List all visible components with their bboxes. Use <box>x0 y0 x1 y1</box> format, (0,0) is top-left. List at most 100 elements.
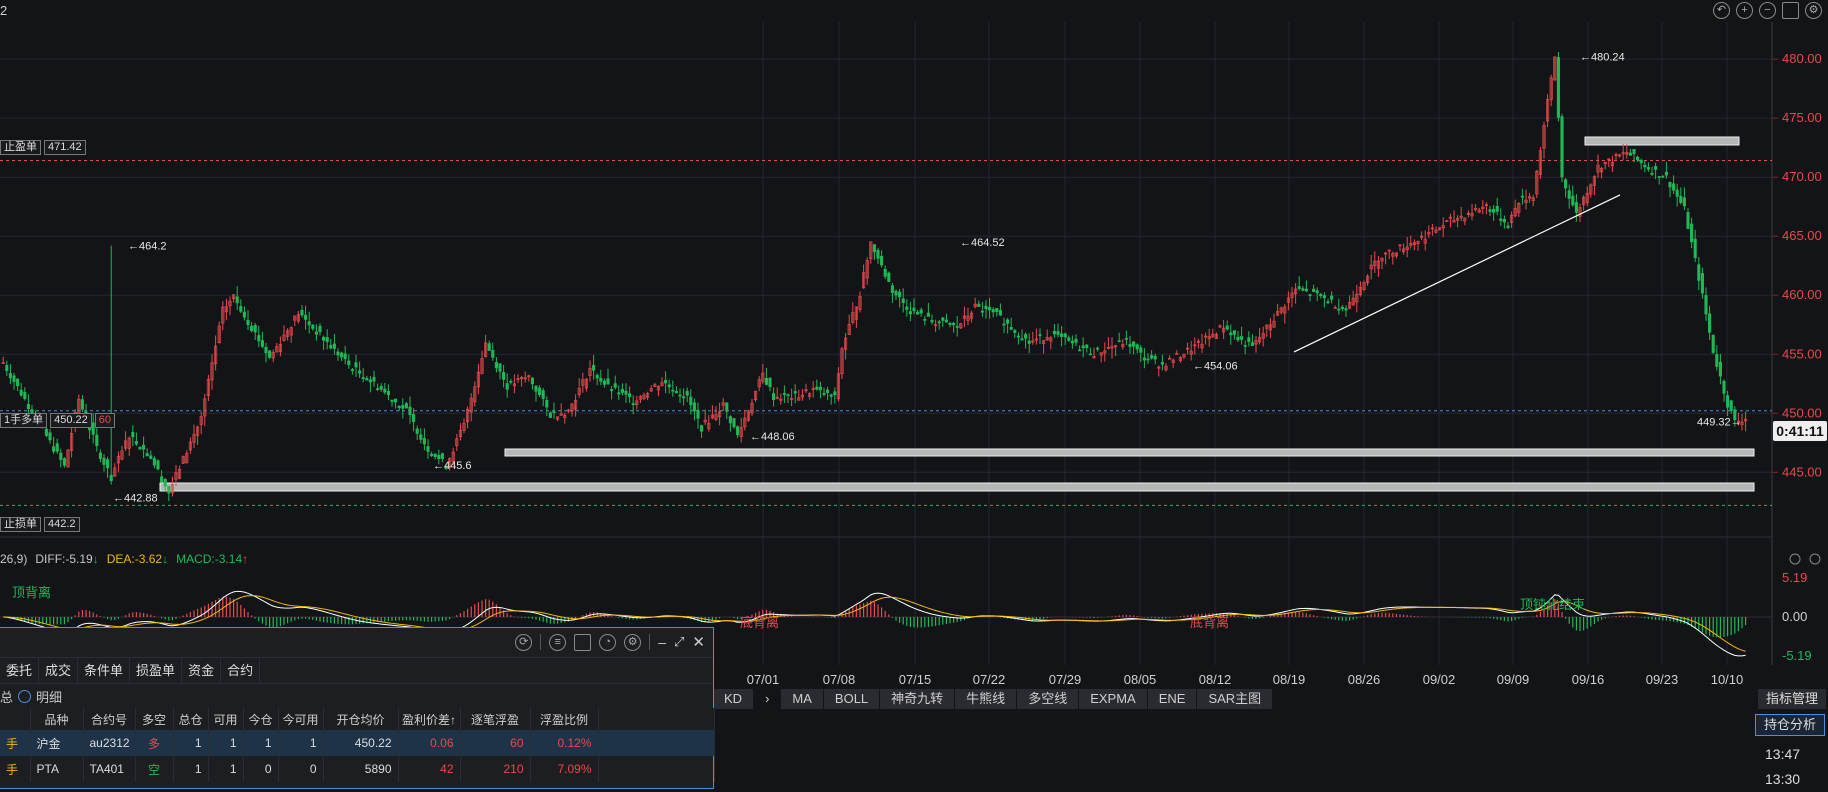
candle-body <box>664 379 668 384</box>
clock-list: 13:47 13:30 <box>1765 742 1800 792</box>
candle-body <box>109 474 113 482</box>
position-analysis-button[interactable]: 持仓分析 <box>1755 714 1826 736</box>
col-header[interactable]: 可用 <box>208 708 244 730</box>
settings-icon[interactable]: ⚙ <box>1805 2 1822 19</box>
col-header[interactable]: 开仓均价 <box>323 708 399 730</box>
candle-body <box>613 383 617 388</box>
candle-body <box>1078 349 1082 352</box>
tab-expma[interactable]: EXPMA <box>1079 689 1148 709</box>
candle-body <box>1506 225 1510 228</box>
bar-countdown: 0:41:11 <box>1773 421 1827 441</box>
refresh-icon[interactable]: ⟳ <box>515 633 533 651</box>
long-position-tag[interactable]: 1手多单 450.22 60 <box>0 413 116 428</box>
undo-icon[interactable]: ↶ <box>1713 2 1730 19</box>
calculator-icon[interactable] <box>574 633 592 651</box>
candle-body <box>1128 343 1132 347</box>
x-tick-label: 08/26 <box>1348 672 1381 687</box>
take-profit-order-tag[interactable]: 止盈单 471.42 <box>0 140 86 155</box>
candle-body <box>1556 57 1560 118</box>
candle-body <box>55 443 59 452</box>
candle-body <box>332 343 336 349</box>
tab-orders[interactable]: 委托 <box>0 658 40 683</box>
x-tick-label: 08/05 <box>1124 672 1157 687</box>
candle-body <box>1711 334 1715 353</box>
gear-icon[interactable]: ⚙ <box>624 633 642 651</box>
tab-magic-nine[interactable]: 神奇九转 <box>880 689 956 709</box>
stop-loss-order-tag[interactable]: 止损单 442.2 <box>0 517 80 532</box>
layout-icon[interactable] <box>1782 2 1799 19</box>
tab-contracts[interactable]: 合约 <box>221 658 261 683</box>
col-header[interactable]: 浮盈比例 <box>530 708 599 730</box>
zoom-out-icon[interactable]: − <box>1759 2 1776 19</box>
candle-body <box>260 340 264 347</box>
col-header[interactable]: 逐笔浮盈 <box>460 708 531 730</box>
tab-conditional[interactable]: 条件单 <box>78 658 131 683</box>
candle-body <box>23 392 27 400</box>
candle-body <box>390 399 394 402</box>
candle-body <box>793 391 797 394</box>
close-icon[interactable]: ✕ <box>692 633 705 651</box>
candle-body <box>1070 340 1074 344</box>
candle-body <box>880 255 884 266</box>
candle-body <box>1027 340 1031 344</box>
tab-ene[interactable]: ENE <box>1147 689 1198 709</box>
col-header[interactable]: 总仓 <box>173 708 209 730</box>
tab-bull-bear[interactable]: 牛熊线 <box>955 689 1018 709</box>
summary-label[interactable]: 总 <box>0 687 13 706</box>
candle-body <box>412 414 416 422</box>
tab-boll[interactable]: BOLL <box>823 689 881 709</box>
candle-body <box>433 453 437 457</box>
col-header[interactable]: 今可用 <box>278 708 324 730</box>
candle-body <box>48 432 52 441</box>
ratio-cell: 7.09% <box>530 756 599 782</box>
candle-body <box>631 403 635 405</box>
minimize-icon[interactable]: – <box>658 634 666 650</box>
tab-ma[interactable]: MA <box>781 689 824 709</box>
tab-trades[interactable]: 成交 <box>39 658 79 683</box>
tab-sar[interactable]: SAR主图 <box>1197 689 1274 709</box>
lots-cell: 手 <box>0 730 31 756</box>
macd-settings-icon[interactable] <box>1809 553 1821 565</box>
col-header[interactable]: 合约号 <box>83 708 136 730</box>
macd-close-icon[interactable] <box>1789 553 1801 565</box>
indicator-manager-button[interactable]: 指标管理 <box>1758 689 1827 709</box>
detail-radio[interactable] <box>18 689 32 703</box>
user-icon[interactable]: ◔ <box>599 633 617 651</box>
spread-cell: 0.06 <box>398 730 461 756</box>
table-row[interactable]: 手 沪金 au2312 多 1 1 1 1 450.22 0.06 60 0.1… <box>0 730 715 756</box>
candle-body <box>667 384 671 388</box>
tab-kd[interactable]: KD <box>713 689 755 709</box>
tab-long-short[interactable]: 多空线 <box>1017 689 1080 709</box>
candle-body <box>386 391 390 396</box>
candle-body <box>329 344 333 349</box>
tab-sl-tp[interactable]: 损盈单 <box>130 658 183 683</box>
candle-body <box>152 458 156 466</box>
list-icon[interactable]: ≡ <box>549 633 567 651</box>
summary-detail-toggle: 总 明细 <box>0 684 713 708</box>
candle-body <box>379 385 383 390</box>
zoom-in-icon[interactable]: + <box>1736 2 1753 19</box>
candle-body <box>1690 223 1694 243</box>
tab-funds[interactable]: 资金 <box>182 658 222 683</box>
candle-body <box>430 453 434 457</box>
candle-body <box>1052 330 1056 335</box>
pnl-cell: 60 <box>460 730 531 756</box>
candle-body <box>1675 189 1679 197</box>
candle-body <box>1088 353 1092 356</box>
avail-cell: 1 <box>208 756 244 782</box>
maximize-icon[interactable]: ⤢ <box>674 634 684 650</box>
col-header[interactable]: 品种 <box>30 708 84 730</box>
col-header[interactable]: 多空 <box>135 708 174 730</box>
candle-body <box>102 457 106 465</box>
col-header[interactable]: 盈利价差↑ <box>398 708 461 730</box>
candle-body <box>1330 295 1334 300</box>
tab-scroll-arrow[interactable]: › <box>754 689 782 709</box>
pnl-cell: 210 <box>460 756 531 782</box>
candle-body <box>984 305 988 310</box>
candle-body <box>1315 290 1319 294</box>
table-row[interactable]: 手 PTA TA401 空 1 1 0 0 5890 42 210 7.09% <box>0 756 715 782</box>
candle-body <box>394 398 398 403</box>
candle-body <box>1153 355 1157 360</box>
candle-body <box>365 378 369 381</box>
col-header[interactable]: 今仓 <box>243 708 279 730</box>
